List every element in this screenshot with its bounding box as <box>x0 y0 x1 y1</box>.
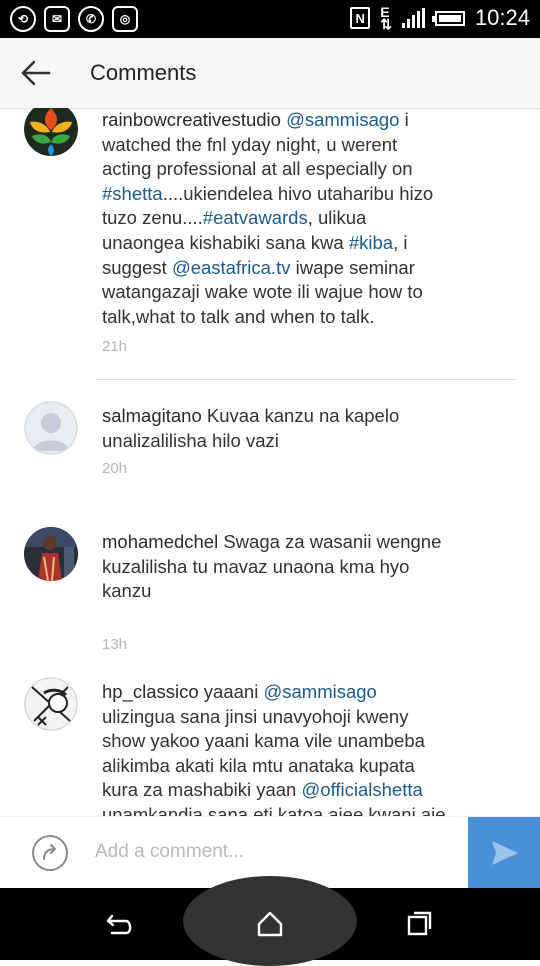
clock: 10:24 <box>474 5 530 30</box>
notification-icons: ⟲ ✉ ✆ ◎ <box>10 6 138 32</box>
avatar[interactable] <box>24 401 78 455</box>
mention-link[interactable]: @officialshetta <box>302 779 423 800</box>
message-icon: ✉ <box>44 6 70 32</box>
hashtag-link[interactable]: #shetta <box>102 183 163 204</box>
comment-text-segment: talk,what to talk and when to talk. <box>102 305 375 327</box>
comment-text-segment: kanzu <box>102 580 152 602</box>
share-arrow-icon[interactable] <box>32 835 68 871</box>
comment-text-segment: suggest <box>102 256 172 278</box>
hashtag-link[interactable]: #eatvawards <box>203 207 308 228</box>
nfc-icon: N <box>350 7 371 29</box>
comment-text-segment: Kuvaa kanzu na kapelo <box>201 405 400 426</box>
back-arrow-icon[interactable] <box>20 59 52 87</box>
page-title: Comments <box>90 60 197 85</box>
comment-text-segment: iwape seminar <box>290 256 415 278</box>
battery-icon <box>431 10 465 26</box>
status-bar: ⟲ ✉ ✆ ◎ N E ⇅ 10:24 <box>0 0 540 38</box>
comment-text-segment: i <box>399 109 409 130</box>
comment-input[interactable] <box>95 841 455 863</box>
send-icon <box>492 841 518 865</box>
comment-text: mohamedchel Swaga za wasanii wengne kuzal… <box>102 530 462 604</box>
system-icons: N E ⇅ 10:24 <box>350 5 530 31</box>
comment-text-segment: ....ukiendelea hivo utaharibu hizo <box>162 182 434 204</box>
comment-text-segment: yaaani <box>198 681 264 702</box>
mention-link[interactable]: @eastafrica.tv <box>172 257 291 278</box>
comment-text: hp_classico yaaani @sammisago ulizingua s… <box>102 680 462 816</box>
comment-text-segment: unalizalilisha hilo vazi <box>102 429 279 451</box>
mention-link[interactable]: @sammisago <box>286 109 399 130</box>
back-nav-icon[interactable] <box>96 900 144 948</box>
comment-text: salmagitano Kuvaa kanzu na kapelo unaliza… <box>102 404 462 453</box>
app-bar: Comments <box>0 38 540 109</box>
signal-icon <box>401 8 425 28</box>
comment-timestamp: 21h <box>102 338 128 355</box>
comment-text-segment: watangazaji wake wote ili wajue how to <box>102 281 423 303</box>
comment-text-segment: show yakoo yaani kama vile unambeba <box>102 730 425 752</box>
system-nav-bar <box>0 876 540 966</box>
instagram-icon: ◎ <box>112 6 138 32</box>
comment-username[interactable]: rainbowcreativestudio <box>102 109 281 130</box>
comment-username[interactable]: salmagitano <box>102 405 202 426</box>
comment-text-segment: unaongea kishabiki sana kwa <box>102 231 349 253</box>
avatar[interactable] <box>24 108 78 156</box>
comment-timestamp: 20h <box>102 460 128 477</box>
comment-text-segment: watched the fnl yday night, u werent <box>102 133 398 155</box>
comment-text-segment: kura za mashabiki yaan <box>102 779 302 801</box>
recents-nav-icon[interactable] <box>396 900 444 948</box>
whatsapp-icon: ✆ <box>78 6 104 32</box>
divider <box>96 379 516 380</box>
comment-text-segment: , ulikua <box>307 207 367 229</box>
comment-text-segment: unamkandia sana eti katoa ajee kwani aje <box>102 803 446 816</box>
mention-link[interactable]: @sammisago <box>263 681 376 702</box>
comment-text-segment: tuzo zenu.... <box>102 207 203 229</box>
comments-list[interactable]: rainbowcreativestudio @sammisago i watche… <box>0 108 540 816</box>
sync-icon: ⟲ <box>10 6 36 32</box>
comment-timestamp: 13h <box>102 636 128 653</box>
comment-text: rainbowcreativestudio @sammisago i watche… <box>102 108 462 329</box>
hashtag-link[interactable]: #kiba <box>349 232 393 253</box>
avatar[interactable] <box>24 677 78 731</box>
comment-text-segment: Swaga za wasanii wengne <box>218 531 442 552</box>
comment-username[interactable]: hp_classico <box>102 681 199 702</box>
comment-username[interactable]: mohamedchel <box>102 531 218 552</box>
network-type-icon: E ⇅ <box>380 4 392 32</box>
comment-body: @sammisago i watched the fnl yday night, … <box>102 109 433 327</box>
comment-text-segment: ulizingua sana jinsi unavyohoji kweny <box>102 705 409 727</box>
comment-text-segment: alikimba akati kila mtu anataka kupata <box>102 754 415 776</box>
avatar[interactable] <box>24 527 78 581</box>
comment-text-segment: acting professional at all especially on <box>102 158 413 180</box>
comment-text-segment: kuzalilisha tu mavaz unaona kma hyo <box>102 555 410 577</box>
home-nav-icon[interactable] <box>246 900 294 948</box>
comment-text-segment: , i <box>393 231 408 253</box>
send-button[interactable] <box>468 817 540 889</box>
